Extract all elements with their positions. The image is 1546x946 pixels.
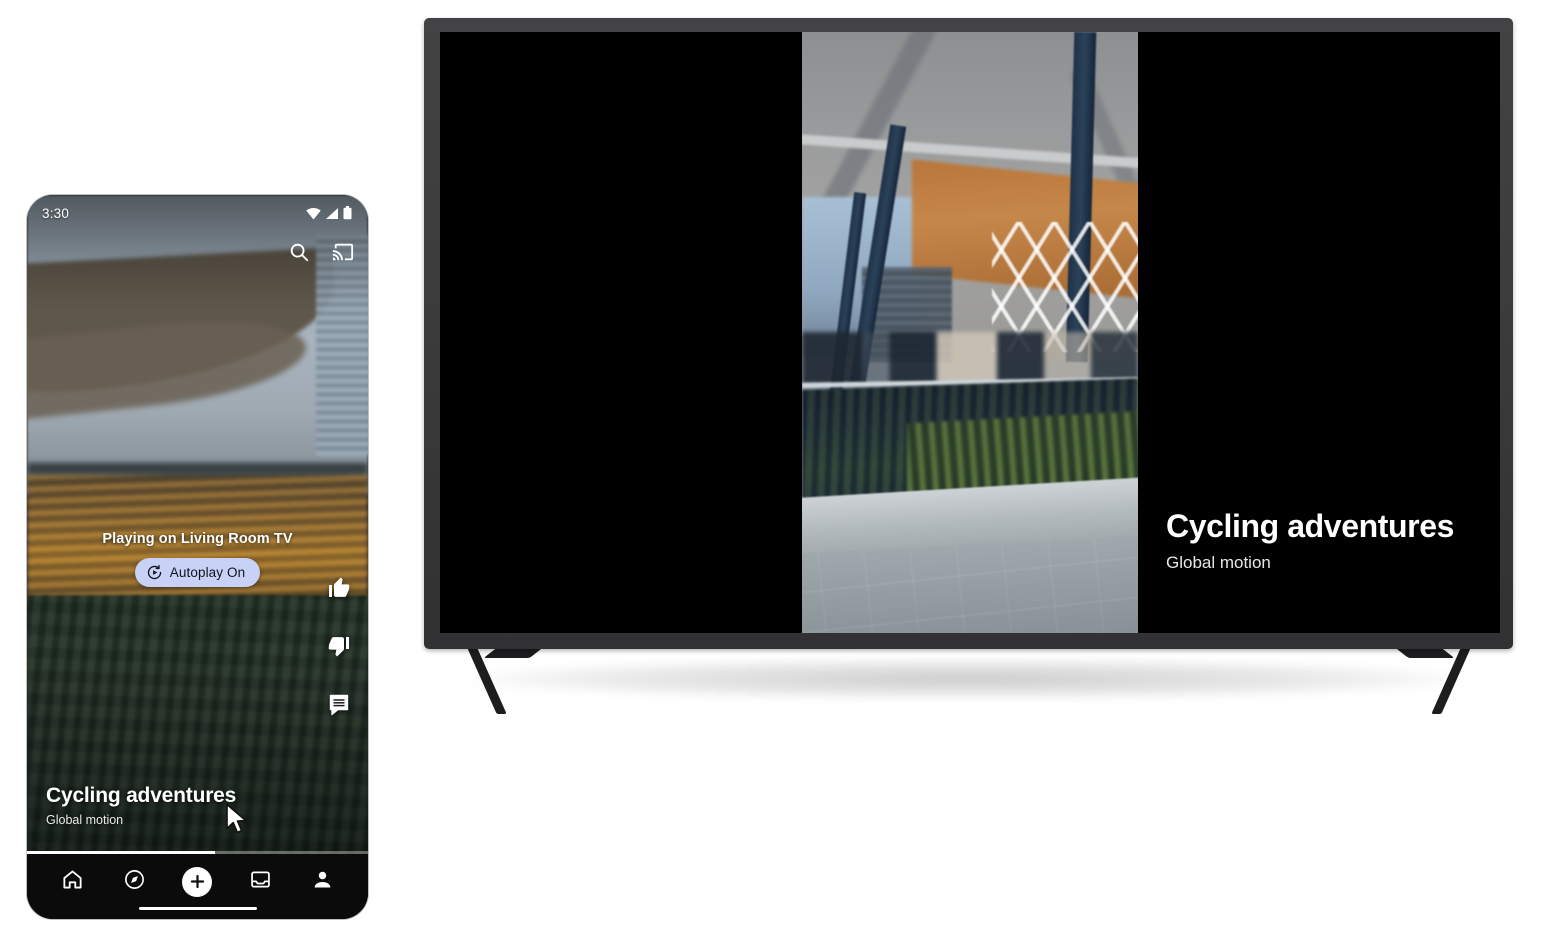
- tv-bezel: Cycling adventures Global motion: [424, 18, 1513, 649]
- nav-explore[interactable]: [113, 862, 157, 902]
- home-indicator: [138, 906, 257, 910]
- nav-create[interactable]: [175, 862, 219, 902]
- tv-shadow: [472, 658, 1462, 700]
- video-action-rail: [326, 575, 352, 717]
- tv-screen: Cycling adventures Global motion: [440, 32, 1500, 633]
- playing-on-label: Playing on Living Room TV: [102, 531, 293, 547]
- wifi-icon: [306, 207, 321, 220]
- phone-video-subtitle: Global motion: [46, 813, 124, 827]
- thumbs-down-icon[interactable]: [326, 633, 352, 659]
- cast-icon[interactable]: [330, 239, 356, 265]
- phone-top-actions: [286, 239, 356, 265]
- tv-leg-right-foot: [1395, 648, 1455, 658]
- inbox-icon: [249, 868, 272, 896]
- phone-device: 3:30 Playing on Living Room TV Autoplay …: [27, 195, 368, 919]
- search-icon[interactable]: [286, 239, 312, 265]
- compass-icon: [123, 868, 146, 896]
- tv-device: Cycling adventures Global motion: [424, 18, 1514, 718]
- tv-leg-left-foot: [483, 648, 543, 658]
- home-icon: [61, 868, 84, 896]
- thumbs-up-icon[interactable]: [326, 575, 352, 601]
- phone-video-title: Cycling adventures: [46, 784, 237, 807]
- battery-icon: [343, 206, 352, 220]
- cast-overlay: Playing on Living Room TV Autoplay On: [27, 531, 368, 587]
- status-icons: [306, 206, 352, 220]
- tv-video-meta: Cycling adventures Global motion: [1166, 508, 1454, 573]
- nav-inbox[interactable]: [238, 862, 282, 902]
- phone-video-meta: Cycling adventures Global motion: [46, 784, 236, 827]
- tv-video-subtitle: Global motion: [1165, 553, 1271, 572]
- plus-icon: [182, 866, 213, 897]
- signal-icon: [325, 207, 339, 220]
- screenshot-stage: 3:30 Playing on Living Room TV Autoplay …: [0, 0, 1546, 946]
- tv-video-content: [802, 32, 1138, 633]
- autoplay-toggle-button[interactable]: Autoplay On: [134, 558, 261, 587]
- autoplay-icon: [146, 564, 163, 581]
- nav-profile[interactable]: [301, 862, 345, 902]
- status-time: 3:30: [42, 205, 70, 221]
- comment-icon[interactable]: [326, 691, 352, 717]
- tv-video-title: Cycling adventures: [1165, 508, 1454, 544]
- tv-video-pedestrians: [802, 332, 1138, 384]
- person-icon: [311, 868, 334, 896]
- status-bar: 3:30: [27, 195, 368, 231]
- nav-home[interactable]: [50, 862, 94, 902]
- autoplay-label: Autoplay On: [169, 565, 246, 580]
